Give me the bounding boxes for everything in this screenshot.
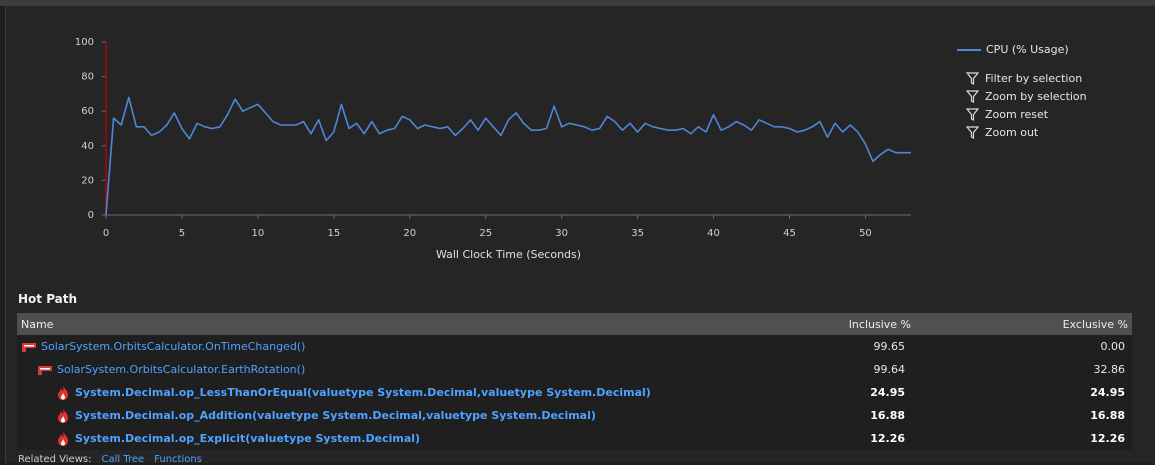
- hot-path-icon: [38, 365, 52, 375]
- y-tick-label: 40: [81, 141, 94, 152]
- x-tick-label: 20: [403, 228, 416, 239]
- exclusive-value: 16.88: [1090, 409, 1125, 422]
- row-name-cell: SolarSystem.OrbitsCalculator.OnTimeChang…: [17, 340, 705, 354]
- filter-by-selection-label: Filter by selection: [985, 72, 1083, 85]
- x-tick-label: 50: [859, 228, 872, 239]
- column-header-exclusive[interactable]: Exclusive %: [928, 318, 1132, 331]
- inclusive-value: 16.88: [870, 409, 905, 422]
- y-tick-label: 60: [81, 106, 94, 117]
- function-link[interactable]: System.Decimal.op_Addition(valuetype Sys…: [75, 409, 596, 422]
- zoom-out-button[interactable]: Zoom out: [966, 126, 1038, 139]
- cpu-usage-series-line: [105, 96, 911, 216]
- y-tick-label: 20: [81, 175, 94, 186]
- x-tick-label: 40: [707, 228, 720, 239]
- legend-label: CPU (% Usage): [986, 43, 1069, 56]
- function-link[interactable]: SolarSystem.OrbitsCalculator.EarthRotati…: [57, 363, 305, 376]
- cpu-usage-chart[interactable]: 0 20 40 60 80 100 0 5 10 15 20 25 30 35 40 45 50 Wall Clo…: [6, 6, 1155, 286]
- x-tick-label: 30: [555, 228, 568, 239]
- funnel-icon: [966, 90, 979, 103]
- x-tick-label: 15: [327, 228, 340, 239]
- flame-icon: [58, 431, 68, 446]
- x-tick-label: 35: [631, 228, 644, 239]
- legend-swatch: [957, 49, 981, 51]
- row-name-cell: System.Decimal.op_Explicit(valuetype Sys…: [17, 431, 705, 446]
- exclusive-value: 32.86: [1093, 363, 1126, 376]
- table-row[interactable]: System.Decimal.op_Addition(valuetype Sys…: [17, 404, 1132, 427]
- y-tick-label: 80: [81, 72, 94, 83]
- function-link[interactable]: System.Decimal.op_Explicit(valuetype Sys…: [75, 432, 420, 445]
- row-name-cell: System.Decimal.op_Addition(valuetype Sys…: [17, 408, 705, 423]
- x-axis-label: Wall Clock Time (Seconds): [436, 248, 581, 261]
- exclusive-value: 24.95: [1090, 386, 1125, 399]
- y-tick-label: 100: [75, 37, 94, 48]
- filter-icon: [966, 72, 979, 85]
- y-tick-label: 0: [88, 210, 94, 221]
- filter-by-selection-button[interactable]: Filter by selection: [966, 72, 1082, 85]
- inclusive-value: 99.64: [873, 363, 906, 376]
- zoom-reset-label: Zoom reset: [985, 108, 1049, 121]
- function-link[interactable]: SolarSystem.OrbitsCalculator.OnTimeChang…: [41, 340, 305, 353]
- x-tick-label: 10: [252, 228, 265, 239]
- column-header-name[interactable]: Name: [17, 318, 711, 331]
- flame-icon: [58, 385, 68, 400]
- inclusive-value: 12.26: [870, 432, 905, 445]
- row-name-cell: System.Decimal.op_LessThanOrEqual(valuet…: [17, 385, 705, 400]
- column-header-inclusive[interactable]: Inclusive %: [711, 318, 928, 331]
- functions-link[interactable]: Functions: [154, 454, 202, 465]
- table-row[interactable]: System.Decimal.op_LessThanOrEqual(valuet…: [17, 381, 1132, 404]
- function-link[interactable]: System.Decimal.op_LessThanOrEqual(valuet…: [75, 386, 651, 399]
- x-tick-label: 5: [179, 228, 185, 239]
- hot-path-table: Name Inclusive % Exclusive % SolarSystem…: [17, 313, 1132, 450]
- funnel-icon: [966, 108, 979, 121]
- zoom-out-label: Zoom out: [985, 126, 1039, 139]
- call-tree-link[interactable]: Call Tree: [101, 454, 144, 465]
- hot-path-icon: [22, 342, 36, 352]
- table-header: Name Inclusive % Exclusive %: [17, 313, 1132, 335]
- x-tick-label: 0: [103, 228, 109, 239]
- zoom-reset-button[interactable]: Zoom reset: [966, 108, 1048, 121]
- inclusive-value: 24.95: [870, 386, 905, 399]
- zoom-by-selection-label: Zoom by selection: [985, 90, 1087, 103]
- zoom-by-selection-button[interactable]: Zoom by selection: [966, 90, 1087, 103]
- funnel-icon: [966, 126, 979, 139]
- x-tick-label: 45: [783, 228, 796, 239]
- hot-path-title: Hot Path: [18, 292, 78, 306]
- table-row[interactable]: System.Decimal.op_Explicit(valuetype Sys…: [17, 427, 1132, 450]
- related-views-label: Related Views:: [18, 454, 92, 465]
- related-views: Related Views: Call Tree Functions: [18, 454, 202, 465]
- table-row[interactable]: SolarSystem.OrbitsCalculator.EarthRotati…: [17, 358, 1132, 381]
- table-row[interactable]: SolarSystem.OrbitsCalculator.OnTimeChang…: [17, 335, 1132, 358]
- exclusive-value: 12.26: [1090, 432, 1125, 445]
- exclusive-value: 0.00: [1100, 340, 1126, 353]
- flame-icon: [58, 408, 68, 423]
- x-tick-label: 25: [479, 228, 492, 239]
- row-name-cell: SolarSystem.OrbitsCalculator.EarthRotati…: [17, 363, 705, 377]
- inclusive-value: 99.65: [873, 340, 906, 353]
